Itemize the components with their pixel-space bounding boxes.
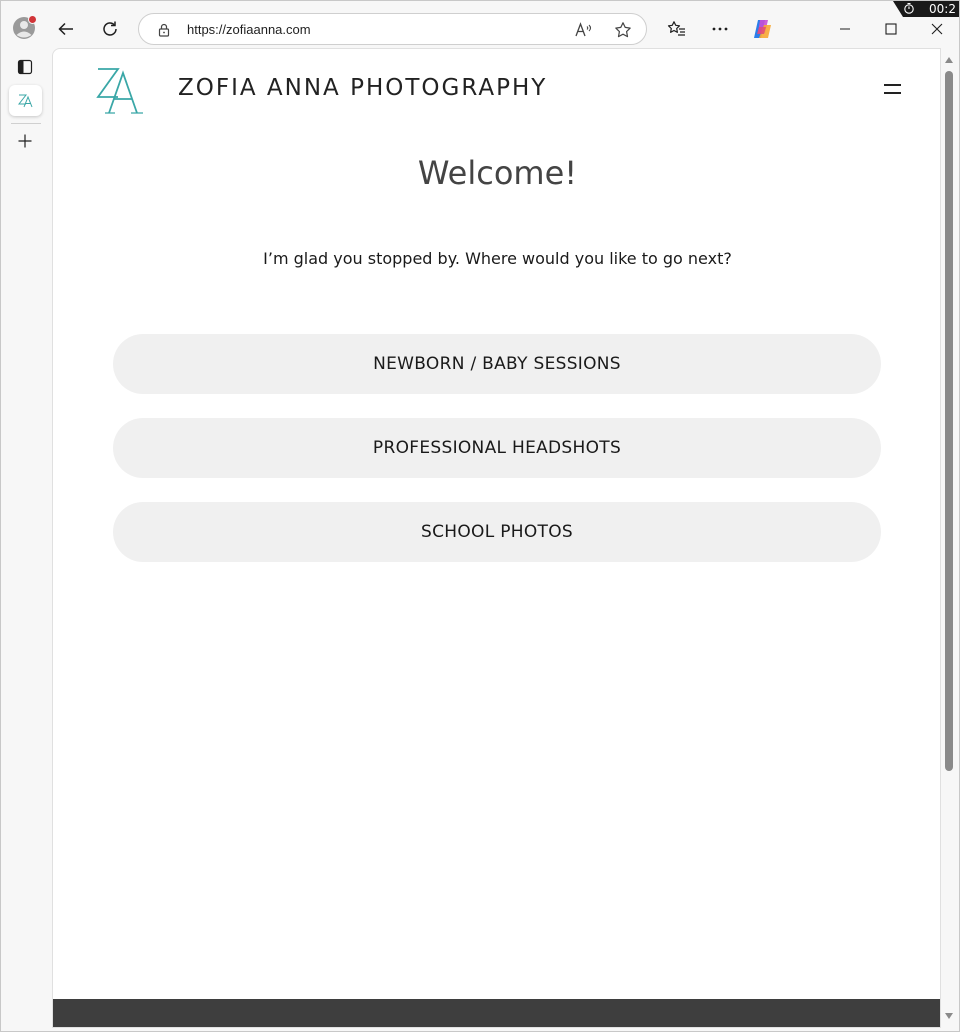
- hamburger-menu-icon: [884, 84, 901, 86]
- welcome-heading: Welcome!: [417, 154, 578, 192]
- back-arrow-icon: [58, 22, 73, 36]
- plus-icon: [18, 134, 32, 148]
- more-icon: [712, 27, 728, 31]
- copilot-icon: [754, 20, 771, 38]
- school-photos-button[interactable]: SCHOOL PHOTOS: [113, 502, 881, 562]
- tab-actions-button[interactable]: [9, 51, 41, 83]
- favorites-button[interactable]: [659, 11, 695, 47]
- copilot-button[interactable]: [744, 11, 780, 47]
- read-aloud-icon[interactable]: [572, 18, 596, 42]
- active-tab-zofiaanna[interactable]: [9, 85, 42, 116]
- refresh-icon: [103, 21, 117, 36]
- more-button[interactable]: [702, 11, 738, 47]
- scroll-up-arrow-icon[interactable]: [944, 55, 954, 65]
- scroll-down-arrow-icon[interactable]: [944, 1011, 954, 1021]
- new-tab-button[interactable]: [9, 125, 41, 157]
- intro-text: I’m glad you stopped by. Where would you…: [263, 249, 732, 268]
- back-button[interactable]: [48, 11, 84, 47]
- za-logo-icon: [96, 68, 143, 114]
- tab-actions-icon: [17, 59, 33, 75]
- site-logo[interactable]: [95, 63, 149, 117]
- address-bar[interactable]: https://zofiaanna.com: [138, 13, 647, 45]
- browser-window: https://zofiaanna.com 00:2 ZOFIA ANNA PH…: [0, 0, 960, 1032]
- notification-dot: [28, 15, 37, 24]
- url-text[interactable]: https://zofiaanna.com: [187, 22, 311, 37]
- professional-headshots-button[interactable]: PROFESSIONAL HEADSHOTS: [113, 418, 881, 478]
- site-title[interactable]: ZOFIA ANNA PHOTOGRAPHY: [178, 75, 547, 101]
- refresh-button[interactable]: [92, 11, 128, 47]
- tab-separator: [11, 123, 41, 124]
- hamburger-menu-button[interactable]: [880, 79, 906, 101]
- newborn-baby-sessions-button[interactable]: NEWBORN / BABY SESSIONS: [113, 334, 881, 394]
- tray-time: 00:2: [929, 2, 956, 16]
- vertical-tab-strip: [1, 49, 51, 1031]
- favorites-list-icon: [667, 21, 685, 36]
- minimize-button[interactable]: [827, 11, 863, 47]
- page-scrollbar[interactable]: [941, 49, 959, 1029]
- timer-icon: [904, 2, 914, 14]
- minimize-icon: [840, 28, 850, 30]
- footer-bar: [53, 999, 940, 1027]
- page-viewport: ZOFIA ANNA PHOTOGRAPHY Welcome! I’m glad…: [52, 48, 941, 1028]
- maximize-icon: [885, 23, 897, 35]
- close-icon: [931, 23, 943, 35]
- hamburger-menu-icon: [884, 92, 901, 94]
- lock-icon[interactable]: [152, 18, 176, 42]
- star-icon[interactable]: [611, 18, 635, 42]
- profile-avatar-icon[interactable]: [11, 15, 37, 41]
- scroll-thumb[interactable]: [945, 71, 953, 771]
- site-favicon-icon: [17, 94, 32, 107]
